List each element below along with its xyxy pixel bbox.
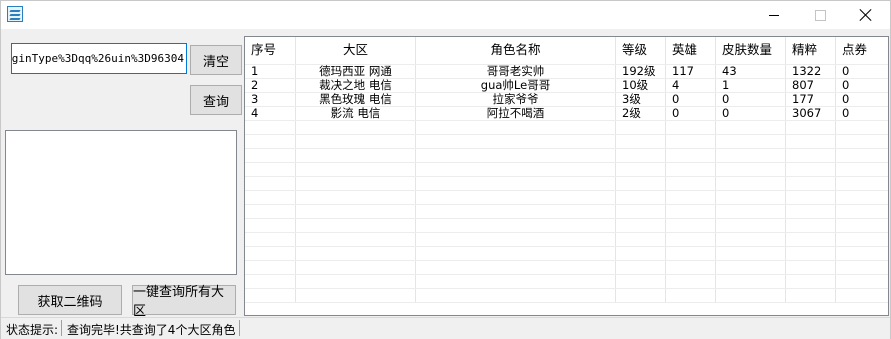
column-header[interactable]: 英雄 xyxy=(666,37,716,64)
maximize-icon xyxy=(814,9,826,21)
cookie-input-value: 3loginType%3Dqq%26uin%3D96304 xyxy=(11,52,184,65)
table-cell: 0 xyxy=(666,107,716,120)
empty-row xyxy=(245,275,888,289)
table-cell: 0 xyxy=(666,93,716,106)
empty-row xyxy=(245,289,888,303)
empty-row xyxy=(245,261,888,275)
table-cell: 0 xyxy=(842,65,850,78)
table-cell: 10级 xyxy=(616,79,666,92)
table-cell: 2 xyxy=(245,79,296,92)
table-row[interactable]: 2 裁决之地 电信 gua帅Le哥哥 10级 4 1 807 0 xyxy=(245,79,888,93)
main-window: 3loginType%3Dqq%26uin%3D96304 清空 查询 获取二维… xyxy=(0,0,891,339)
status-message: 查询完毕!共查询了4个大区角色 xyxy=(67,323,236,337)
get-qr-code-button[interactable]: 获取二维码 xyxy=(18,285,122,315)
table-cell: 拉家爷爷 xyxy=(416,93,616,106)
clear-button[interactable]: 清空 xyxy=(190,45,242,75)
table-cell: 黑色玫瑰 电信 xyxy=(296,93,416,106)
table-row[interactable]: 3 黑色玫瑰 电信 拉家爷爷 3级 0 0 177 0 xyxy=(245,93,888,107)
table-cell: 1 xyxy=(716,79,786,92)
status-label: 状态提示: xyxy=(6,323,59,337)
table-cell: 0 xyxy=(842,93,850,106)
results-table[interactable]: 序号 大区 角色名称 等级 英雄 皮肤数量 精粹 点券 1 德玛西亚 网通 哥哥… xyxy=(244,36,889,316)
empty-row xyxy=(245,219,888,233)
table-cell: 1322 xyxy=(786,65,836,78)
table-cell: 192级 xyxy=(616,65,666,78)
table-cell: 177 xyxy=(786,93,836,106)
table-cell: 阿拉不喝酒 xyxy=(416,107,616,120)
table-cell: 807 xyxy=(786,79,836,92)
status-divider xyxy=(61,320,62,336)
column-header[interactable]: 皮肤数量 xyxy=(716,37,786,64)
column-header[interactable]: 精粹 xyxy=(786,37,836,64)
table-cell: 117 xyxy=(666,65,716,78)
table-cell: 3067 xyxy=(786,107,836,120)
table-row[interactable]: 4 影流 电信 阿拉不喝酒 2级 0 0 3067 0 xyxy=(245,107,888,121)
column-header[interactable]: 大区 xyxy=(296,37,416,64)
empty-row xyxy=(245,247,888,261)
empty-row xyxy=(245,177,888,191)
table-row[interactable]: 1 德玛西亚 网通 哥哥老实帅 192级 117 43 1322 0 xyxy=(245,65,888,79)
table-cell: 3 xyxy=(245,93,296,106)
query-all-regions-button[interactable]: 一键查询所有大区 xyxy=(132,285,236,319)
maximize-button[interactable] xyxy=(797,1,843,29)
table-cell: 1 xyxy=(245,65,296,78)
app-icon xyxy=(7,6,23,22)
column-header[interactable]: 点券 xyxy=(836,37,888,64)
table-cell: 0 xyxy=(716,107,786,120)
table-cell: 2级 xyxy=(616,107,666,120)
query-button[interactable]: 查询 xyxy=(190,85,242,115)
empty-row xyxy=(245,191,888,205)
table-cell: 3级 xyxy=(616,93,666,106)
table-cell: 0 xyxy=(716,93,786,106)
column-header[interactable]: 序号 xyxy=(245,37,296,64)
close-button[interactable] xyxy=(843,1,889,29)
minimize-icon xyxy=(769,14,779,16)
table-cell: 裁决之地 电信 xyxy=(296,79,416,92)
empty-row xyxy=(245,233,888,247)
column-header[interactable]: 等级 xyxy=(616,37,666,64)
table-cell: 4 xyxy=(666,79,716,92)
table-cell: 影流 电信 xyxy=(296,107,416,120)
empty-row xyxy=(245,135,888,149)
table-header: 序号 大区 角色名称 等级 英雄 皮肤数量 精粹 点券 xyxy=(245,37,888,65)
close-icon xyxy=(860,9,872,21)
empty-row xyxy=(245,163,888,177)
table-cell: 0 xyxy=(842,79,850,92)
minimize-button[interactable] xyxy=(751,1,797,29)
title-bar xyxy=(1,1,890,29)
empty-row xyxy=(245,205,888,219)
table-cell: 0 xyxy=(842,107,850,120)
table-cell: 哥哥老实帅 xyxy=(416,65,616,78)
qr-code-panel xyxy=(5,130,237,275)
column-header[interactable]: 角色名称 xyxy=(416,37,616,64)
table-cell: 4 xyxy=(245,107,296,120)
status-divider xyxy=(239,320,240,336)
table-cell: 43 xyxy=(716,65,786,78)
table-cell: 德玛西亚 网通 xyxy=(296,65,416,78)
empty-row xyxy=(245,121,888,135)
table-cell: gua帅Le哥哥 xyxy=(416,79,616,92)
status-bar: 状态提示: 查询完毕!共查询了4个大区角色 xyxy=(1,317,890,339)
empty-row xyxy=(245,149,888,163)
cookie-input[interactable]: 3loginType%3Dqq%26uin%3D96304 xyxy=(11,43,187,74)
